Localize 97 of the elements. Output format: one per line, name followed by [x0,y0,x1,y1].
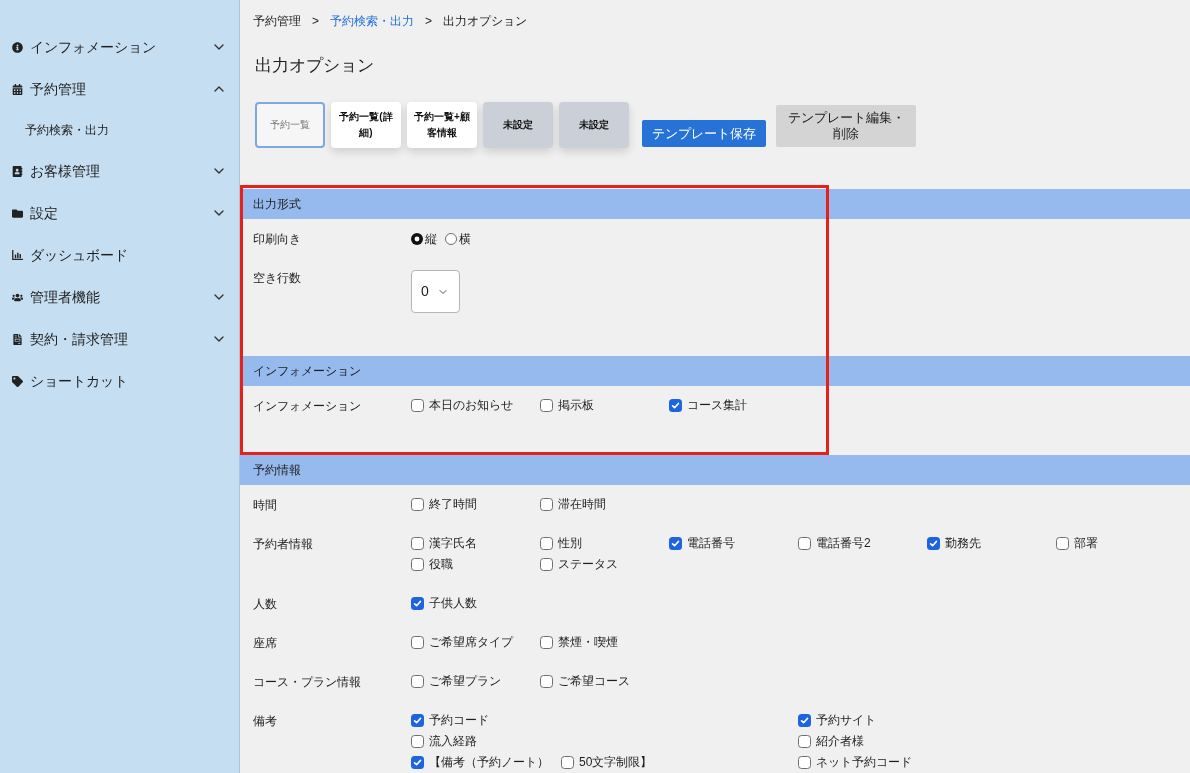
field-label: インフォメーション [253,397,361,415]
template-button[interactable]: 未設定 [559,102,629,148]
checkbox-label: 役職 [429,556,453,573]
document-icon [12,333,23,345]
section-header: 予約情報 [240,455,1190,485]
sidebar-item[interactable]: 管理者機能 [0,276,239,318]
radio-button[interactable] [445,232,457,245]
field-label: 印刷向き [253,230,301,248]
breadcrumb-separator: > [311,13,320,30]
save-template-button[interactable]: テンプレート保存 [642,120,766,147]
checkbox-label: 予約コード [429,712,489,729]
checkbox-label: 性別 [558,535,582,552]
field-label: 予約者情報 [253,535,313,553]
radio-label: 縦 [425,230,437,248]
template-button[interactable]: 予約一覧(詳細) [331,102,401,148]
checkbox[interactable] [798,537,811,550]
sidebar-item[interactable]: インフォメーション [0,26,239,68]
page-title: 出力オプション [254,55,375,77]
breadcrumb-separator: > [424,13,434,30]
checkbox-label: 予約サイト [816,712,876,729]
field-label: 備考 [253,712,277,730]
checkbox[interactable] [798,735,811,748]
checkbox-label: 電話番号 [687,535,735,552]
radio-label: 横 [459,230,471,248]
select-field[interactable]: 0 [411,270,460,313]
checkbox[interactable] [411,498,424,511]
breadcrumb-link[interactable]: 予約検索・出力 [330,12,414,30]
section-header: 出力形式 [240,189,1190,219]
folder-icon [12,207,23,219]
checkbox-label: 勤務先 [945,535,981,552]
checkbox-label: 漢字氏名 [429,535,477,552]
template-button[interactable]: 予約一覧 [255,102,325,148]
sidebar-item[interactable]: ショートカット [0,360,239,402]
radio-button[interactable] [411,232,423,245]
sidebar-item[interactable]: 予約管理 [0,68,239,110]
checkbox[interactable] [411,597,424,610]
sidebar-subitem[interactable]: 予約検索・出力 [0,110,239,150]
checkbox-label: 部署 [1074,535,1098,552]
checkbox[interactable] [411,399,424,412]
checkbox[interactable] [411,558,424,571]
checkbox[interactable] [798,714,811,727]
section-header: インフォメーション [240,356,1190,386]
checkbox[interactable] [411,636,424,649]
checkbox-label: ステータス [558,556,618,573]
checkbox-label: 子供人数 [429,595,477,612]
sidebar-item[interactable]: ダッシュボード [0,234,239,276]
checkbox-label: ネット予約コード [816,754,912,771]
checkbox[interactable] [798,756,811,769]
bar-chart-icon [12,250,23,260]
sidebar-item[interactable]: 契約・請求管理 [0,318,239,360]
field-label: 座席 [253,634,277,652]
sidebar-item[interactable]: お客様管理 [0,150,239,192]
checkbox[interactable] [411,537,424,550]
field-label: 空き行数 [253,269,301,287]
checkbox-label: 紹介者様 [816,733,864,750]
field-label: 時間 [253,496,277,514]
checkbox[interactable] [540,537,553,550]
template-button[interactable]: 未設定 [483,102,553,148]
checkbox-label: 50文字制限】 [579,754,653,771]
checkbox-label: 滞在時間 [558,496,606,513]
contact-book-icon [12,165,23,177]
checkbox[interactable] [669,537,682,550]
breadcrumb-item: 出力オプション [443,13,528,30]
checkbox[interactable] [927,537,940,550]
checkbox[interactable] [411,675,424,688]
checkbox-label: 流入経路 [429,733,477,750]
info-icon [12,41,23,53]
template-button[interactable]: 予約一覧+顧客情報 [407,102,477,148]
checkbox-label: 電話番号2 [816,535,871,552]
checkbox-label: コース集計 [687,397,747,414]
calendar-icon [12,83,23,95]
checkbox[interactable] [411,756,424,769]
tag-icon [12,375,23,387]
users-icon [12,291,23,303]
checkbox[interactable] [411,714,424,727]
checkbox[interactable] [540,675,553,688]
field-label: 人数 [253,595,277,613]
checkbox[interactable] [1056,537,1069,550]
checkbox[interactable] [561,756,574,769]
checkbox-label: 掲示板 [558,397,594,414]
checkbox-label: 終了時間 [429,496,477,513]
breadcrumb-item: 予約管理 [253,13,301,30]
checkbox-label: 【備考（予約ノート） [429,754,549,771]
edit-template-button[interactable]: テンプレート編集・削除 [776,105,916,147]
checkbox-label: ご希望席タイプ [429,634,513,651]
checkbox-label: ご希望コース [558,673,630,690]
checkbox[interactable] [540,399,553,412]
checkbox[interactable] [411,735,424,748]
checkbox-label: ご希望プラン [429,673,501,690]
checkbox[interactable] [540,636,553,649]
sidebar-item[interactable]: 設定 [0,192,239,234]
checkbox-label: 本日のお知らせ [429,397,513,414]
field-label: コース・プラン情報 [253,673,361,691]
checkbox[interactable] [540,498,553,511]
checkbox-label: 禁煙・喫煙 [558,634,618,651]
checkbox[interactable] [540,558,553,571]
checkbox[interactable] [669,399,682,412]
